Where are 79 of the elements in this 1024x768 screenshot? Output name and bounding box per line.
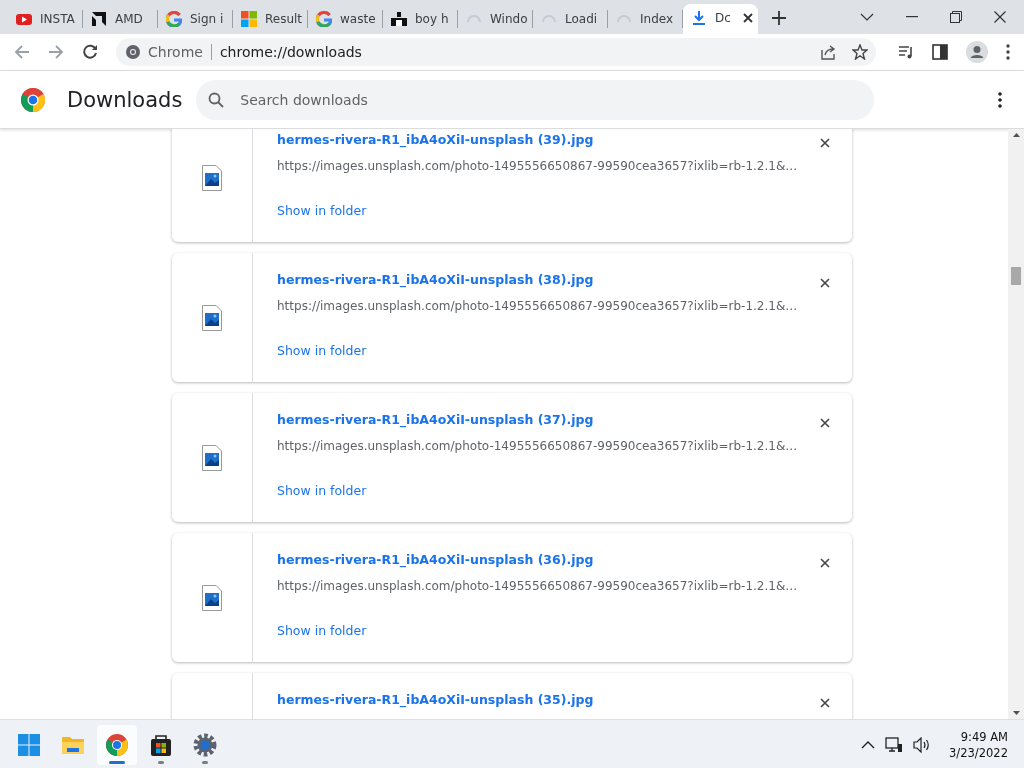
search-icon: [208, 91, 225, 108]
scrollbar-thumb[interactable]: [1011, 267, 1021, 285]
four-squares-icon: [241, 11, 257, 27]
source-url: https://images.unsplash.com/photo-1495556650867-99590cea3657?ixlib=rb-1.2.1&…: [277, 299, 798, 313]
search-field[interactable]: Search downloads: [196, 79, 875, 120]
url-text: chrome://downloads: [219, 44, 362, 60]
loading-spinner-icon: [466, 15, 482, 23]
clock-time: 9:49 AM: [960, 728, 1008, 745]
download-icon: [691, 10, 707, 26]
minimize-icon[interactable]: [906, 16, 918, 18]
browser-tab[interactable]: Sign i: [158, 10, 233, 28]
browser-tab[interactable]: AMD: [83, 10, 158, 28]
browser-tab[interactable]: waste: [308, 10, 383, 28]
chevron-down-icon[interactable]: [860, 13, 874, 21]
multicolor-ring-icon: [166, 11, 182, 27]
loading-spinner-icon: [541, 15, 557, 23]
source-url: https://images.unsplash.com/photo-1495556650867-99590cea3657?ixlib=rb-1.2.1&…: [277, 159, 798, 173]
image-file-icon: [202, 444, 222, 471]
windows-logo-icon: [17, 732, 41, 757]
network-icon[interactable]: [885, 736, 904, 753]
more-menu-icon[interactable]: [998, 91, 1002, 108]
browser-tab[interactable]: INSTA: [8, 10, 83, 28]
close-icon[interactable]: [820, 418, 830, 428]
multicolor-ring-icon: [316, 11, 332, 27]
close-icon[interactable]: [994, 11, 1006, 23]
image-file-icon: [202, 304, 222, 331]
volume-icon[interactable]: [913, 736, 932, 753]
browser-tab[interactable]: Dc: [683, 4, 758, 34]
file-name-link[interactable]: hermes-rivera-R1_ibA4oXiI-unsplash (36).jpg: [277, 552, 594, 567]
clock[interactable]: 9:49 AM 3/23/2022: [941, 726, 1016, 763]
site-label: Chrome: [148, 44, 212, 60]
show-in-folder-link[interactable]: Show in folder: [277, 483, 367, 498]
share-icon[interactable]: [820, 44, 836, 60]
chevron-up-icon[interactable]: [861, 740, 876, 749]
file-name-link[interactable]: hermes-rivera-R1_ibA4oXiI-unsplash (35).jpg: [277, 692, 594, 707]
scroll-down-icon[interactable]: [1012, 711, 1020, 715]
close-icon[interactable]: [820, 558, 830, 568]
clock-date: 3/23/2022: [949, 744, 1008, 761]
close-icon[interactable]: [820, 278, 830, 288]
blocks-logo-icon: [391, 11, 407, 27]
arrow-logo-icon: [91, 11, 107, 27]
close-icon[interactable]: [820, 138, 830, 148]
address-bar[interactable]: Chrome chrome://downloads: [116, 38, 876, 66]
close-icon[interactable]: [820, 698, 830, 708]
gear-icon: [193, 732, 217, 757]
profile-avatar-icon[interactable]: [966, 41, 988, 63]
chrome-logo-icon: [105, 732, 129, 757]
scroll-up-icon[interactable]: [1012, 133, 1020, 137]
back-arrow-icon[interactable]: [14, 44, 30, 60]
file-name-link[interactable]: hermes-rivera-R1_ibA4oXiI-unsplash (38).jpg: [277, 272, 594, 287]
show-in-folder-link[interactable]: Show in folder: [277, 623, 367, 638]
plus-icon[interactable]: [772, 11, 786, 25]
browser-tab[interactable]: Loadi: [533, 10, 608, 28]
close-icon[interactable]: [742, 13, 753, 23]
browser-tab[interactable]: Windo: [458, 10, 533, 28]
side-panel-icon[interactable]: [932, 44, 948, 60]
chrome-logo-icon: [21, 87, 45, 112]
file-name-link[interactable]: hermes-rivera-R1_ibA4oXiI-unsplash (37).jpg: [277, 412, 594, 427]
video-icon: [16, 11, 32, 27]
page-title: Downloads: [67, 87, 183, 112]
image-file-icon: [202, 584, 222, 611]
browser-tab[interactable]: boy h: [383, 10, 458, 28]
show-in-folder-link[interactable]: Show in folder: [277, 203, 367, 218]
restore-icon[interactable]: [950, 11, 962, 23]
show-in-folder-link[interactable]: Show in folder: [277, 343, 367, 358]
star-icon[interactable]: [852, 44, 868, 60]
scrollbar[interactable]: [1008, 129, 1024, 719]
reload-icon[interactable]: [82, 44, 98, 60]
source-url: https://images.unsplash.com/photo-1495556650867-99590cea3657?ixlib=rb-1.2.1&…: [277, 579, 798, 593]
media-queue-icon[interactable]: [898, 44, 914, 60]
shopping-bag-icon: [149, 732, 173, 757]
chrome-logo-icon: [126, 45, 140, 59]
source-url: https://images.unsplash.com/photo-1495556650867-99590cea3657?ixlib=rb-1.2.1&…: [277, 439, 798, 453]
more-menu-icon[interactable]: [1006, 44, 1010, 60]
file-name-link[interactable]: hermes-rivera-R1_ibA4oXiI-unsplash (39).jpg: [277, 132, 594, 147]
forward-arrow-icon[interactable]: [48, 44, 64, 60]
image-file-icon: [202, 164, 222, 191]
loading-spinner-icon: [616, 15, 632, 23]
browser-tab[interactable]: Result: [233, 10, 308, 28]
